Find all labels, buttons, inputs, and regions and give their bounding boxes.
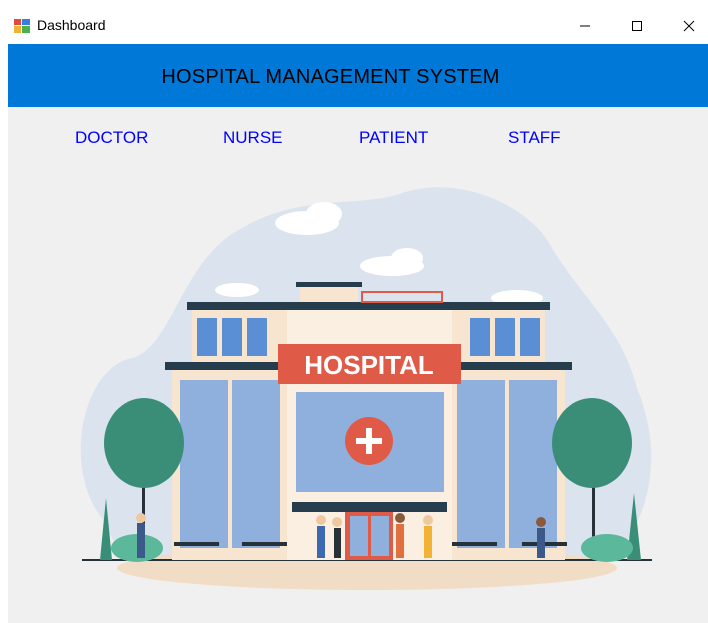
nav-nurse-link[interactable]: NURSE — [223, 128, 283, 148]
minimize-button[interactable] — [562, 8, 608, 44]
minimize-icon — [580, 25, 590, 27]
hospital-sign-text: HOSPITAL — [304, 350, 434, 380]
maximize-icon — [632, 21, 642, 31]
maximize-button[interactable] — [614, 8, 660, 44]
title-bar[interactable]: Dashboard — [8, 8, 708, 44]
nav-doctor-link[interactable]: DOCTOR — [75, 128, 148, 148]
window-title: Dashboard — [37, 17, 106, 33]
close-button[interactable] — [666, 8, 708, 44]
nav-patient-link[interactable]: PATIENT — [359, 128, 428, 148]
nav-staff-link[interactable]: STAFF — [508, 128, 561, 148]
close-icon — [683, 20, 695, 32]
page-title: HOSPITAL MANAGEMENT SYSTEM — [161, 66, 500, 88]
dashboard-window: Dashboard HOSPITAL MANAGEMENT SYSTEM DOC… — [8, 8, 708, 623]
header-banner: HOSPITAL MANAGEMENT SYSTEM — [8, 44, 708, 107]
dashboard-app-icon — [14, 19, 30, 33]
hospital-illustration: HOSPITAL — [80, 187, 652, 590]
central-building: HOSPITAL — [278, 282, 461, 560]
